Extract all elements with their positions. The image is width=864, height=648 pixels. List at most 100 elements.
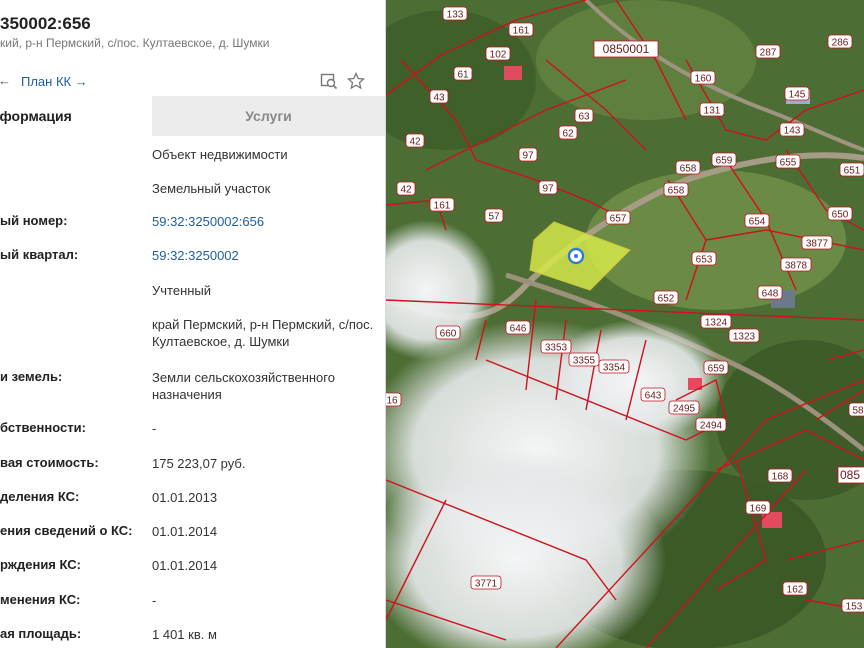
plot-number-label[interactable]: 653 bbox=[696, 255, 713, 266]
plot-number-label[interactable]: 3355 bbox=[573, 356, 596, 367]
plot-number-label[interactable]: 131 bbox=[704, 106, 721, 117]
row-area: ая площадь: 1 401 кв. м bbox=[0, 626, 385, 648]
plot-number-label[interactable]: 658 bbox=[668, 186, 685, 197]
row-value: 01.01.2014 bbox=[152, 558, 218, 573]
plot-number-label[interactable]: 646 bbox=[510, 324, 527, 335]
row-cadastral-quarter: ый квартал: 59:32:3250002 bbox=[0, 247, 385, 281]
plot-number-label[interactable]: 650 bbox=[832, 210, 849, 221]
plot-number-label[interactable]: 655 bbox=[780, 158, 797, 169]
plot-number-label[interactable]: 145 bbox=[789, 90, 806, 101]
row-object-type: Объект недвижимости bbox=[0, 146, 385, 180]
quarter-label-top: 0850001 bbox=[603, 42, 650, 56]
row-value: - bbox=[152, 421, 157, 436]
row-ownership: бственности: - bbox=[0, 420, 385, 454]
plot-number-label[interactable]: 660 bbox=[440, 329, 457, 340]
plot-number-label[interactable]: 102 bbox=[490, 50, 507, 61]
plot-number-label[interactable]: 658 bbox=[680, 164, 697, 175]
row-value: 1 401 кв. м bbox=[152, 627, 217, 642]
plot-number-label[interactable]: 133 bbox=[447, 10, 464, 21]
plot-number-label[interactable]: 652 bbox=[658, 294, 675, 305]
row-land-category: и земель: Земли сельскохозяйственного на… bbox=[0, 369, 385, 421]
location-marker-dot bbox=[574, 254, 578, 258]
row-address: край Пермский, р-н Пермский, с/пос. Култ… bbox=[0, 316, 385, 368]
star-icon[interactable] bbox=[346, 71, 366, 95]
row-label: ая площадь: bbox=[0, 626, 82, 641]
plot-number-label[interactable]: 286 bbox=[832, 38, 849, 49]
plot-number-label[interactable]: 651 bbox=[844, 166, 861, 177]
row-label: деления КС: bbox=[0, 489, 80, 504]
plot-number-label[interactable]: 643 bbox=[645, 391, 662, 402]
plot-number-label[interactable]: 169 bbox=[750, 504, 767, 515]
row-value: край Пермский, р-н Пермский, с/пос. Култ… bbox=[152, 317, 374, 349]
plot-number-label[interactable]: 648 bbox=[762, 289, 779, 300]
row-value: 01.01.2013 bbox=[152, 490, 218, 505]
plan-kk-link[interactable]: План КК → bbox=[21, 74, 88, 89]
plot-number-label[interactable]: 2494 bbox=[700, 421, 723, 432]
row-value: 175 223,07 руб. bbox=[152, 456, 246, 471]
row-label: рждения КС: bbox=[0, 557, 81, 572]
row-value: Земли сельскохозяйственного назначения bbox=[152, 370, 335, 402]
plot-number-label[interactable]: 42 bbox=[400, 185, 412, 196]
cadastral-quarter-link[interactable]: 59:32:3250002 bbox=[152, 247, 377, 264]
row-ks-determined: деления КС: 01.01.2013 bbox=[0, 489, 385, 523]
row-label: ый квартал: bbox=[0, 247, 79, 262]
plot-number-label[interactable]: 42 bbox=[409, 137, 421, 148]
tab-info-label: нформация bbox=[0, 108, 72, 124]
plot-number-label[interactable]: 61 bbox=[457, 70, 469, 81]
map-canvas[interactable]: 0850001 085 133 161 102 286 287 145 61 63 43 62 16… bbox=[386, 0, 864, 648]
plot-number-label[interactable]: 161 bbox=[434, 201, 451, 212]
toolbar: ← План КК → bbox=[0, 70, 385, 94]
row-label: менения КС: bbox=[0, 592, 81, 607]
plot-number-label[interactable]: 654 bbox=[749, 217, 766, 228]
house bbox=[504, 66, 522, 80]
plot-number-label[interactable]: 58 bbox=[852, 406, 864, 417]
plot-number-label[interactable]: 63 bbox=[578, 112, 590, 123]
tabs: нформация Услуги bbox=[0, 96, 385, 136]
plot-number-label[interactable]: 659 bbox=[708, 364, 725, 375]
tab-services[interactable]: Услуги bbox=[152, 96, 385, 136]
plot-number-label[interactable]: 1323 bbox=[733, 332, 756, 343]
plot-number-label[interactable]: 1324 bbox=[705, 318, 728, 329]
plot-number-label[interactable]: 153 bbox=[846, 602, 863, 613]
row-value: - bbox=[152, 593, 157, 608]
plot-number-label[interactable]: 3878 bbox=[785, 261, 808, 272]
plot-number-label[interactable]: 287 bbox=[760, 48, 777, 59]
plot-number-label[interactable]: 659 bbox=[716, 156, 733, 167]
row-ks-approved: рждения КС: 01.01.2014 bbox=[0, 557, 385, 591]
plot-number-label[interactable]: 3877 bbox=[806, 239, 829, 250]
row-ks-entered: ения сведений о КС: 01.01.2014 bbox=[0, 523, 385, 557]
plot-number-label[interactable]: 657 bbox=[610, 214, 627, 225]
address-subtitle: кий, р-н Пермский, с/пос. Култаевское, д… bbox=[0, 36, 270, 50]
plot-number-label[interactable]: 97 bbox=[542, 184, 554, 195]
plot-number-label[interactable]: 3771 bbox=[475, 579, 498, 590]
row-value: 01.01.2014 bbox=[152, 524, 218, 539]
page-title: 350002:656 bbox=[0, 14, 91, 33]
plot-number-label[interactable]: 3354 bbox=[603, 363, 626, 374]
plot-number-label[interactable]: 62 bbox=[562, 129, 574, 140]
back-arrow-icon[interactable]: ← bbox=[0, 73, 11, 88]
plot-number-label[interactable]: 3353 bbox=[545, 343, 568, 354]
row-value: Земельный участок bbox=[152, 181, 271, 196]
cadastral-map[interactable]: 0850001 085 133 161 102 286 287 145 61 63 43 62 16… bbox=[386, 0, 864, 648]
row-status: Учтенный bbox=[0, 282, 385, 316]
plot-number-label[interactable]: 2495 bbox=[673, 404, 696, 415]
row-label: вая стоимость: bbox=[0, 455, 99, 470]
row-label: и земель: bbox=[0, 369, 63, 384]
plot-number-label[interactable]: 160 bbox=[695, 74, 712, 85]
plot-number-label[interactable]: 16 bbox=[386, 396, 398, 407]
row-cadastral-number: ый номер: 59:32:3250002:656 bbox=[0, 213, 385, 247]
plot-number-label[interactable]: 168 bbox=[772, 472, 789, 483]
row-label: ый номер: bbox=[0, 213, 68, 228]
tab-info[interactable]: нформация bbox=[0, 96, 152, 136]
row-object-kind: Земельный участок bbox=[0, 180, 385, 214]
plot-number-label[interactable]: 143 bbox=[784, 126, 801, 137]
plot-number-label[interactable]: 43 bbox=[433, 93, 445, 104]
plot-number-label[interactable]: 162 bbox=[787, 585, 804, 596]
plot-number-label[interactable]: 161 bbox=[513, 26, 530, 37]
search-map-icon[interactable] bbox=[320, 72, 338, 95]
cadastral-number-link[interactable]: 59:32:3250002:656 bbox=[152, 213, 377, 230]
plot-number-label[interactable]: 57 bbox=[488, 212, 500, 223]
row-value: Учтенный bbox=[152, 283, 212, 298]
row-value: Объект недвижимости bbox=[152, 147, 288, 162]
plot-number-label[interactable]: 97 bbox=[522, 151, 534, 162]
